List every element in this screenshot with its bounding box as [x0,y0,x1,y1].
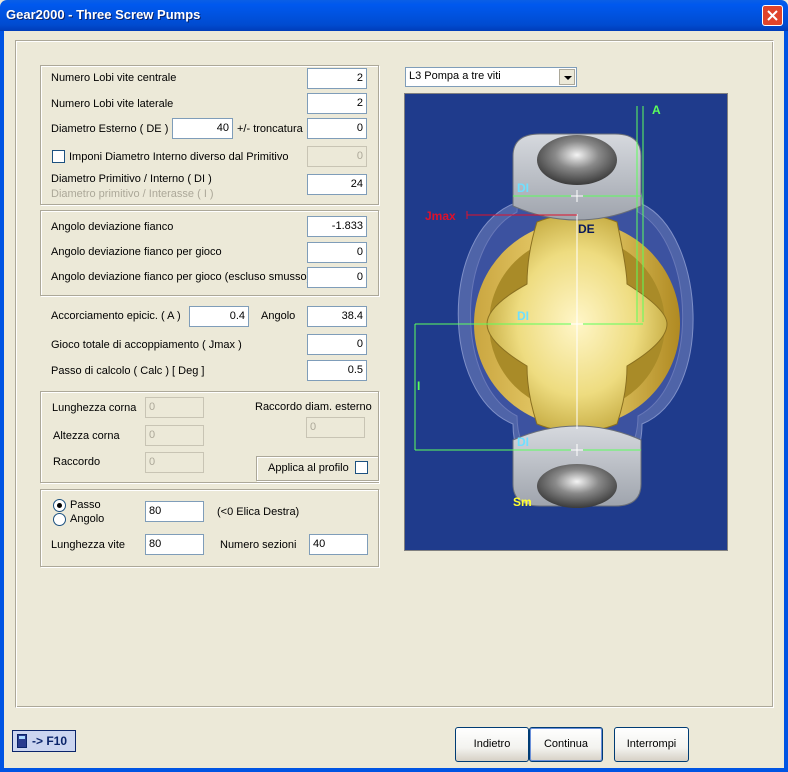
angolo-fianco-label: Angolo deviazione fianco [51,221,174,233]
pump-diagram-canvas: A DI Jmax DE DI I DI Sm [405,94,727,550]
window-frame-bottom [0,768,788,772]
angolo-radio-label: Angolo [70,513,105,525]
applica-label: Applica al profilo [268,462,349,474]
label-di-top: DI [517,181,529,195]
imponi-label: Imponi Diametro Interno diverso dal Prim… [69,151,289,163]
calculator-icon [17,734,27,748]
imponi-checkbox[interactable] [52,150,65,163]
troncatura-label: +/- troncatura [237,123,303,135]
chevron-down-icon[interactable] [559,69,575,85]
continua-button[interactable]: Continua [529,727,603,762]
label-jmax: Jmax [425,209,456,223]
passo-calcolo-input[interactable]: 0.5 [307,360,367,381]
pump-diagram: A DI Jmax DE DI I DI Sm [404,93,728,551]
gioco-label: Gioco totale di accoppiamento ( Jmax ) [51,339,242,351]
pump-type-selected: L3 Pompa a tre viti [409,70,501,82]
diametro-esterno-input[interactable]: 40 [172,118,233,139]
angolo-radio[interactable] [53,513,66,526]
close-icon [767,10,778,21]
window-frame-right [784,31,788,772]
angolo-escluso-label: Angolo deviazione fianco per gioco (escl… [51,271,311,283]
angolo-escluso-input[interactable]: 0 [307,267,367,288]
lunghezza-corna-label: Lunghezza corna [52,402,137,414]
label-sm: Sm [513,495,532,509]
diametro-esterno-label: Diametro Esterno ( DE ) [51,123,169,135]
raccordo-diam-label: Raccordo diam. esterno [255,401,372,413]
passo-input[interactable]: 80 [145,501,204,522]
numero-sezioni-label: Numero sezioni [220,539,297,551]
interasse-label: Diametro primitivo / Interasse ( I ) [51,188,214,200]
label-di-bottom: DI [517,435,529,449]
accorciamento-input[interactable]: 0.4 [189,306,249,327]
angolo-fianco-input[interactable]: -1.833 [307,216,367,237]
passo-radio[interactable] [53,499,66,512]
imponi-input: 0 [307,146,367,167]
altezza-corna-label: Altezza corna [53,430,120,442]
lobi-laterale-label: Numero Lobi vite laterale [51,98,174,110]
angolo-input[interactable]: 38.4 [307,306,367,327]
label-de: DE [578,222,595,236]
elica-note: (<0 Elica Destra) [217,506,300,518]
accorciamento-label: Accorciamento epicic. ( A ) [51,310,181,322]
lunghezza-vite-label: Lunghezza vite [51,539,125,551]
label-a: A [652,103,661,117]
bottom-rotor-cavity [537,464,617,508]
numero-sezioni-input[interactable]: 40 [309,534,368,555]
window-title: Gear2000 - Three Screw Pumps [6,7,201,22]
gioco-input[interactable]: 0 [307,334,367,355]
indietro-button[interactable]: Indietro [455,727,529,762]
angolo-label: Angolo [261,310,296,322]
label-di-mid: DI [517,309,529,323]
troncatura-input[interactable]: 0 [307,118,367,139]
top-rotor-cavity [537,135,617,185]
raccordo-input: 0 [145,452,204,473]
angolo-gioco-input[interactable]: 0 [307,242,367,263]
label-i: I [417,379,420,393]
lunghezza-vite-input[interactable]: 80 [145,534,204,555]
pump-type-select[interactable]: L3 Pompa a tre viti [405,67,577,87]
passo-radio-label: Passo [70,499,101,511]
window-frame-left [0,31,4,772]
lobi-centrale-label: Numero Lobi vite centrale [51,72,177,84]
close-button[interactable] [762,5,783,26]
angolo-gioco-label: Angolo deviazione fianco per gioco [51,246,222,258]
calculator-f10-label: -> F10 [32,734,68,748]
diametro-primitivo-input[interactable]: 24 [307,174,367,195]
passo-calcolo-label: Passo di calcolo ( Calc ) [ Deg ] [51,365,205,377]
lobi-centrale-input[interactable]: 2 [307,68,367,89]
interrompi-button[interactable]: Interrompi [614,727,689,762]
altezza-corna-input: 0 [145,425,204,446]
applica-checkbox[interactable] [355,461,368,474]
lobi-laterale-input[interactable]: 2 [307,93,367,114]
diametro-primitivo-label: Diametro Primitivo / Interno ( DI ) [51,173,212,185]
raccordo-label: Raccordo [53,456,101,468]
raccordo-diam-input: 0 [306,417,365,438]
calculator-f10-button[interactable]: -> F10 [12,730,76,752]
lunghezza-corna-input: 0 [145,397,204,418]
